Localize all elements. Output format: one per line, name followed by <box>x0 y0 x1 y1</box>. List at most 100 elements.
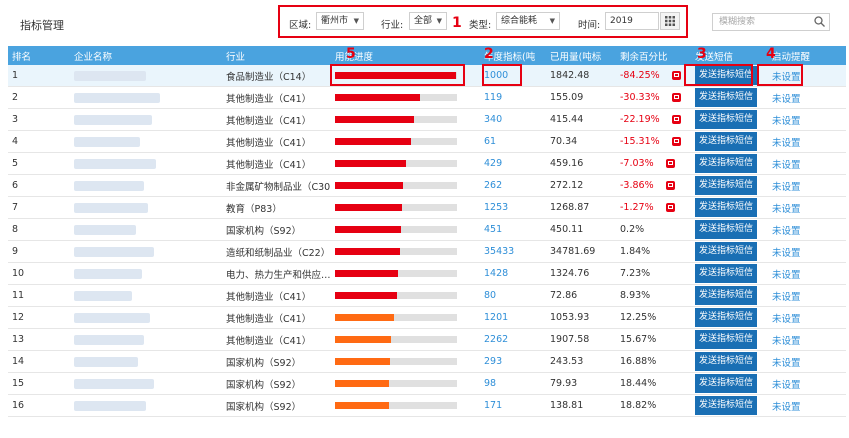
send-sms-button[interactable]: 发送指标短信 <box>695 220 758 239</box>
table-row[interactable]: 6 非金属矿物制品业（C30… 262 272.12 -3.86% 发送指标短信 未设置 <box>8 174 846 197</box>
quota-cell[interactable]: 429 <box>480 152 546 175</box>
send-sms-button[interactable]: 发送指标短信 <box>695 264 758 283</box>
quota-link[interactable]: 429 <box>484 158 502 169</box>
send-sms-button[interactable]: 发送指标短信 <box>695 198 758 217</box>
send-sms-button[interactable]: 发送指标短信 <box>695 154 758 173</box>
reminder-link[interactable]: 未设置 <box>772 116 801 127</box>
quota-cell[interactable]: 119 <box>480 86 546 109</box>
reminder-link[interactable]: 未设置 <box>772 270 801 281</box>
send-sms-button[interactable]: 发送指标短信 <box>695 374 758 393</box>
table-row[interactable]: 9 造纸和纸制品业（C22） 35433 34781.69 1.84% 发送指标短信 未设置 <box>8 240 846 263</box>
quota-cell[interactable]: 98 <box>480 372 546 395</box>
quota-link[interactable]: 1201 <box>484 312 508 323</box>
type-select[interactable]: 综合能耗 ▼ <box>496 12 560 30</box>
reminder-link[interactable]: 未设置 <box>772 248 801 259</box>
quota-cell[interactable]: 2262 <box>480 328 546 351</box>
reminder-link[interactable]: 未设置 <box>772 138 801 149</box>
quota-link[interactable]: 98 <box>484 378 496 389</box>
alert-icon[interactable] <box>665 181 675 190</box>
send-sms-button[interactable]: 发送指标短信 <box>695 396 758 415</box>
table-row[interactable]: 12 其他制造业（C41） 1201 1053.93 12.25% 发送指标短信 未设置 <box>8 306 846 329</box>
quota-cell[interactable]: 1253 <box>480 196 546 219</box>
header-reminder[interactable]: 启动提醒 <box>768 46 846 65</box>
alert-icon[interactable] <box>671 137 681 146</box>
annotation-marker-2: 2 <box>484 46 494 62</box>
alert-icon[interactable] <box>671 71 681 80</box>
quota-link[interactable]: 80 <box>484 290 496 301</box>
region-select[interactable]: 衢州市 ▼ <box>316 12 364 30</box>
quota-link[interactable]: 171 <box>484 400 502 411</box>
table-row[interactable]: 8 国家机构（S92） 451 450.11 0.2% 发送指标短信 未设置 <box>8 218 846 241</box>
progress-bar <box>335 358 457 365</box>
alert-icon[interactable] <box>671 93 681 102</box>
table-row[interactable]: 11 其他制造业（C41） 80 72.86 8.93% 发送指标短信 未设置 <box>8 284 846 307</box>
quota-link[interactable]: 293 <box>484 356 502 367</box>
company-name-redacted <box>74 136 140 147</box>
quota-cell[interactable]: 1201 <box>480 306 546 329</box>
alert-icon[interactable] <box>671 115 681 124</box>
reminder-link[interactable]: 未设置 <box>772 402 801 413</box>
table-row[interactable]: 2 其他制造业（C41） 119 155.09 -30.33% 发送指标短信 未设置 <box>8 86 846 109</box>
header-used[interactable]: 已用量(吨标 <box>546 46 616 65</box>
header-rank[interactable]: 排名 <box>8 46 70 65</box>
send-sms-button[interactable]: 发送指标短信 <box>695 132 758 151</box>
send-sms-cell: 发送指标短信 <box>691 86 768 109</box>
send-sms-button[interactable]: 发送指标短信 <box>695 88 758 107</box>
quota-link[interactable]: 340 <box>484 114 502 125</box>
quota-link[interactable]: 1428 <box>484 268 508 279</box>
quota-cell[interactable]: 262 <box>480 174 546 197</box>
quota-cell[interactable]: 80 <box>480 284 546 307</box>
reminder-link[interactable]: 未设置 <box>772 94 801 105</box>
table-row[interactable]: 10 电力、热力生产和供应… 1428 1324.76 7.23% 发送指标短信 未设置 <box>8 262 846 285</box>
reminder-link[interactable]: 未设置 <box>772 314 801 325</box>
table-row[interactable]: 4 其他制造业（C41） 61 70.34 -15.31% 发送指标短信 未设置 <box>8 130 846 153</box>
reminder-link[interactable]: 未设置 <box>772 182 801 193</box>
quota-cell[interactable]: 171 <box>480 394 546 417</box>
reminder-link[interactable]: 未设置 <box>772 358 801 369</box>
quota-link[interactable]: 2262 <box>484 334 508 345</box>
send-sms-button[interactable]: 发送指标短信 <box>695 242 758 261</box>
reminder-link[interactable]: 未设置 <box>772 226 801 237</box>
table-row[interactable]: 3 其他制造业（C41） 340 415.44 -22.19% 发送指标短信 未设置 <box>8 108 846 131</box>
table-row[interactable]: 16 国家机构（S92） 171 138.81 18.82% 发送指标短信 未设置 <box>8 394 846 417</box>
quota-cell[interactable]: 451 <box>480 218 546 241</box>
reminder-link[interactable]: 未设置 <box>772 292 801 303</box>
table-row[interactable]: 5 其他制造业（C41） 429 459.16 -7.03% 发送指标短信 未设置 <box>8 152 846 175</box>
progress-bar <box>335 226 457 233</box>
calendar-button[interactable] <box>660 12 680 30</box>
table-row[interactable]: 14 国家机构（S92） 293 243.53 16.88% 发送指标短信 未设置 <box>8 350 846 373</box>
quota-cell[interactable]: 293 <box>480 350 546 373</box>
reminder-link[interactable]: 未设置 <box>772 160 801 171</box>
alert-icon[interactable] <box>665 159 675 168</box>
send-sms-button[interactable]: 发送指标短信 <box>695 286 758 305</box>
quota-cell[interactable]: 61 <box>480 130 546 153</box>
table-row[interactable]: 7 教育（P83） 1253 1268.87 -1.27% 发送指标短信 未设置 <box>8 196 846 219</box>
alert-icon[interactable] <box>665 203 675 212</box>
quota-link[interactable]: 262 <box>484 180 502 191</box>
table-row[interactable]: 15 国家机构（S92） 98 79.93 18.44% 发送指标短信 未设置 <box>8 372 846 395</box>
header-industry[interactable]: 行业 <box>222 46 331 65</box>
header-company[interactable]: 企业名称 <box>70 46 222 65</box>
quota-cell[interactable]: 1428 <box>480 262 546 285</box>
quota-link[interactable]: 119 <box>484 92 502 103</box>
send-sms-button[interactable]: 发送指标短信 <box>695 110 758 129</box>
quota-link[interactable]: 1253 <box>484 202 508 213</box>
send-sms-button[interactable]: 发送指标短信 <box>695 330 758 349</box>
quota-cell[interactable]: 340 <box>480 108 546 131</box>
quota-link[interactable]: 451 <box>484 224 502 235</box>
industry-select[interactable]: 全部 ▼ <box>409 12 447 30</box>
send-sms-button[interactable]: 发送指标短信 <box>695 176 758 195</box>
reminder-link[interactable]: 未设置 <box>772 380 801 391</box>
table-row[interactable]: 13 其他制造业（C41） 2262 1907.58 15.67% 发送指标短信 未设置 <box>8 328 846 351</box>
time-input[interactable]: 2019 <box>605 12 659 30</box>
quota-link[interactable]: 61 <box>484 136 496 147</box>
reminder-link[interactable]: 未设置 <box>772 336 801 347</box>
send-sms-button[interactable]: 发送指标短信 <box>695 352 758 371</box>
reminder-link[interactable]: 未设置 <box>772 204 801 215</box>
header-remain[interactable]: 剩余百分比 <box>616 46 691 65</box>
send-sms-button[interactable]: 发送指标短信 <box>695 308 758 327</box>
search-icon[interactable] <box>814 16 825 27</box>
search-input[interactable]: 模糊搜索 <box>712 13 830 31</box>
quota-link[interactable]: 35433 <box>484 246 514 257</box>
quota-cell[interactable]: 35433 <box>480 240 546 263</box>
